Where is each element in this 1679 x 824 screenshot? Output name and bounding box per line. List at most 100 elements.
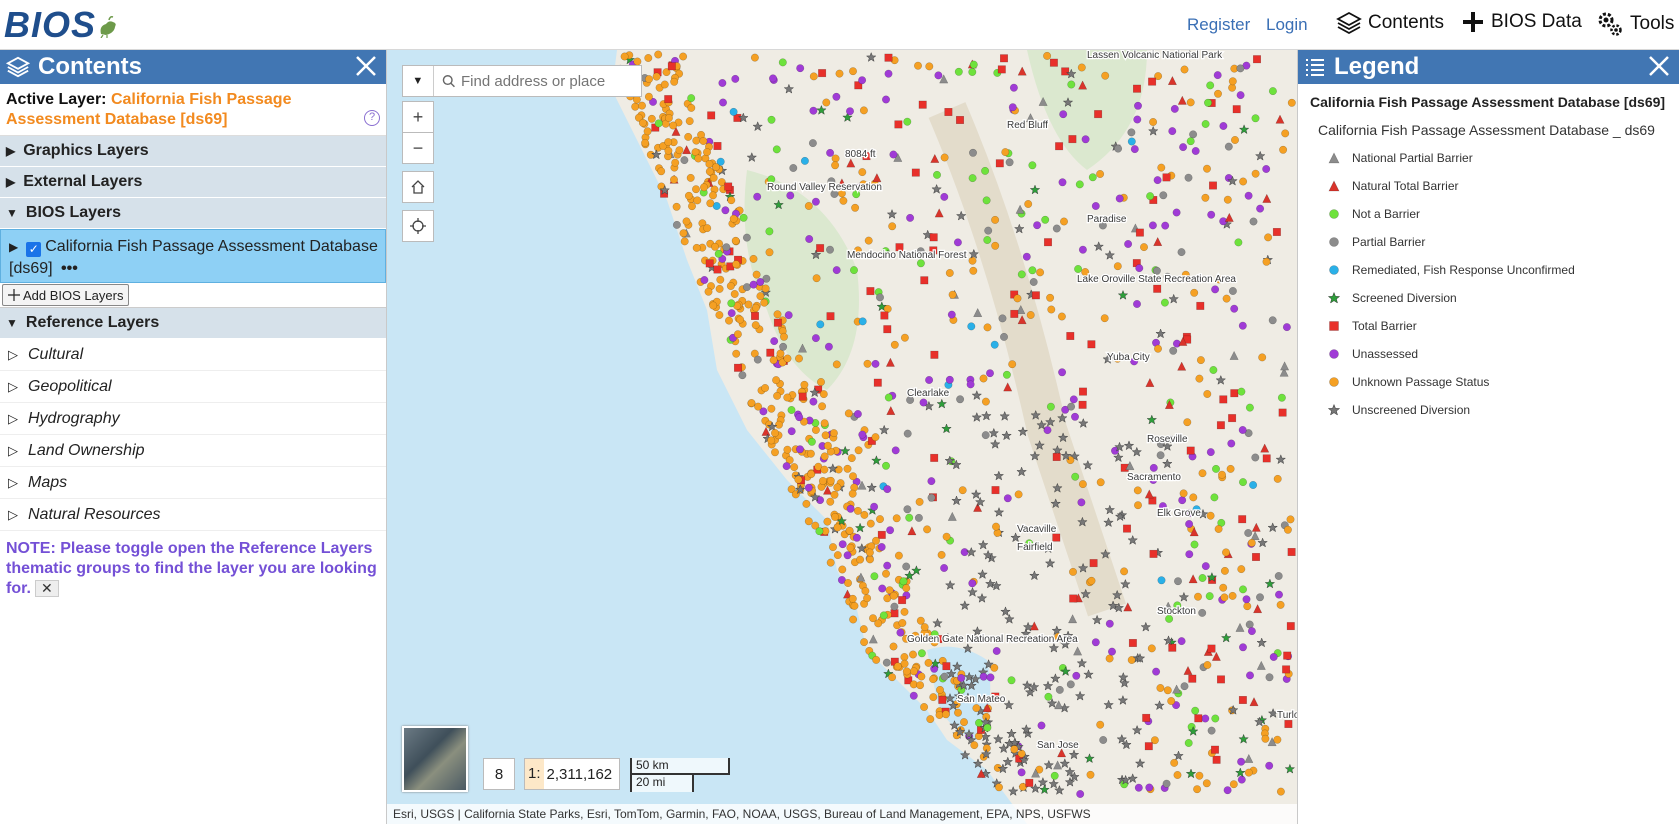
map-point-circle[interactable]: [712, 163, 720, 172]
map-point-circle[interactable]: [957, 674, 966, 682]
map-point-circle[interactable]: [1022, 252, 1031, 261]
map-point-circle[interactable]: [1162, 779, 1171, 788]
map-point-circle[interactable]: [1146, 192, 1155, 201]
map-point-circle[interactable]: [917, 649, 926, 658]
map-point-circle[interactable]: [1069, 395, 1078, 404]
map-point-circle[interactable]: [886, 526, 895, 535]
map-point-square[interactable]: [766, 348, 775, 357]
map-point-circle[interactable]: [645, 75, 653, 84]
map-point-circle[interactable]: [682, 217, 691, 226]
map-point-circle[interactable]: [865, 548, 874, 557]
map-point-square[interactable]: [707, 111, 716, 120]
map-point-circle[interactable]: [975, 718, 983, 727]
map-point-circle[interactable]: [925, 376, 934, 384]
map-point-circle[interactable]: [1237, 775, 1246, 784]
map-point-circle[interactable]: [1237, 387, 1246, 396]
map-point-circle[interactable]: [1198, 469, 1207, 478]
map-point-circle[interactable]: [956, 395, 965, 404]
map-point-square[interactable]: [1142, 713, 1151, 722]
map-point-circle[interactable]: [847, 454, 856, 463]
map-point-circle[interactable]: [1087, 576, 1096, 585]
map-point-circle[interactable]: [1009, 83, 1018, 92]
map-point-circle[interactable]: [1277, 393, 1286, 402]
map-point-circle[interactable]: [1099, 736, 1108, 744]
map-point-circle[interactable]: [1114, 144, 1123, 153]
map-point-square[interactable]: [1089, 559, 1098, 568]
map-point-circle[interactable]: [960, 718, 968, 727]
map-point-circle[interactable]: [654, 50, 663, 59]
map-point-circle[interactable]: [752, 270, 761, 279]
map-point-circle[interactable]: [877, 543, 886, 551]
map-point-circle[interactable]: [1177, 248, 1186, 257]
map-point-circle[interactable]: [1273, 735, 1282, 744]
map-point-circle[interactable]: [1120, 567, 1129, 576]
map-point-circle[interactable]: [709, 301, 718, 310]
map-point-circle[interactable]: [1231, 136, 1239, 144]
map-point-circle[interactable]: [843, 551, 852, 560]
map-point-circle[interactable]: [784, 311, 793, 320]
map-point-circle[interactable]: [670, 77, 679, 86]
map-point-circle[interactable]: [715, 284, 724, 293]
map-point-square[interactable]: [1186, 446, 1195, 455]
map-point-circle[interactable]: [838, 565, 847, 574]
map-point-circle[interactable]: [1157, 163, 1166, 172]
map-point-circle[interactable]: [925, 62, 934, 71]
map-point-circle[interactable]: [1096, 170, 1105, 178]
map-point-circle[interactable]: [970, 741, 979, 750]
more-options-icon[interactable]: •••: [61, 260, 78, 277]
map-point-circle[interactable]: [1074, 265, 1083, 273]
map-point-circle[interactable]: [818, 477, 827, 485]
map-point-circle[interactable]: [1229, 780, 1238, 789]
map-point-circle[interactable]: [716, 275, 725, 284]
map-point-circle[interactable]: [1115, 194, 1124, 203]
map-point-circle[interactable]: [1180, 65, 1189, 74]
map-point-circle[interactable]: [892, 514, 901, 523]
map-point-circle[interactable]: [1219, 583, 1228, 592]
map-point-circle[interactable]: [789, 164, 798, 172]
map-point-circle[interactable]: [679, 229, 688, 238]
dismiss-note-button[interactable]: ✕: [34, 580, 59, 597]
map-point-circle[interactable]: [850, 266, 858, 275]
map-point-circle[interactable]: [876, 293, 884, 302]
map-point-circle[interactable]: [1198, 574, 1207, 582]
map-point-circle[interactable]: [804, 517, 813, 526]
map-point-square[interactable]: [1094, 110, 1103, 119]
map-point-circle[interactable]: [1124, 240, 1133, 248]
map-point-circle[interactable]: [1067, 402, 1076, 411]
map-point-circle[interactable]: [1203, 164, 1211, 173]
map-point-circle[interactable]: [945, 375, 954, 384]
map-point-circle[interactable]: [900, 659, 909, 668]
map-point-circle[interactable]: [864, 236, 873, 245]
map-point-circle[interactable]: [1228, 591, 1237, 600]
map-point-square[interactable]: [1262, 454, 1271, 463]
map-point-circle[interactable]: [1224, 142, 1233, 151]
map-point-circle[interactable]: [1108, 647, 1116, 656]
map-point-circle[interactable]: [917, 672, 926, 681]
map-point-circle[interactable]: [848, 489, 857, 498]
map-point-circle[interactable]: [826, 148, 835, 157]
map-point-circle[interactable]: [882, 461, 890, 470]
map-point-circle[interactable]: [1001, 148, 1010, 157]
map-point-circle[interactable]: [692, 136, 701, 145]
map-point-circle[interactable]: [992, 522, 1000, 531]
map-point-circle[interactable]: [853, 410, 862, 418]
map-point-circle[interactable]: [815, 527, 824, 536]
map-point-circle[interactable]: [1017, 270, 1026, 279]
map-point-circle[interactable]: [811, 426, 820, 434]
map-point-circle[interactable]: [705, 160, 714, 168]
map-point-circle[interactable]: [1189, 130, 1198, 139]
map-point-circle[interactable]: [1159, 191, 1168, 200]
map-point-circle[interactable]: [1067, 80, 1076, 89]
map-point-circle[interactable]: [882, 95, 890, 104]
map-point-circle[interactable]: [1179, 143, 1188, 152]
map-point-square[interactable]: [773, 318, 782, 327]
map-point-circle[interactable]: [1247, 538, 1256, 547]
map-point-circle[interactable]: [1275, 590, 1283, 599]
map-point-circle[interactable]: [1078, 245, 1087, 254]
map-point-circle[interactable]: [1256, 593, 1264, 602]
map-point-circle[interactable]: [1081, 135, 1090, 144]
map-point-square[interactable]: [1212, 755, 1221, 764]
map-point-circle[interactable]: [982, 196, 991, 205]
map-point-circle[interactable]: [866, 555, 874, 564]
map-point-circle[interactable]: [767, 436, 776, 445]
